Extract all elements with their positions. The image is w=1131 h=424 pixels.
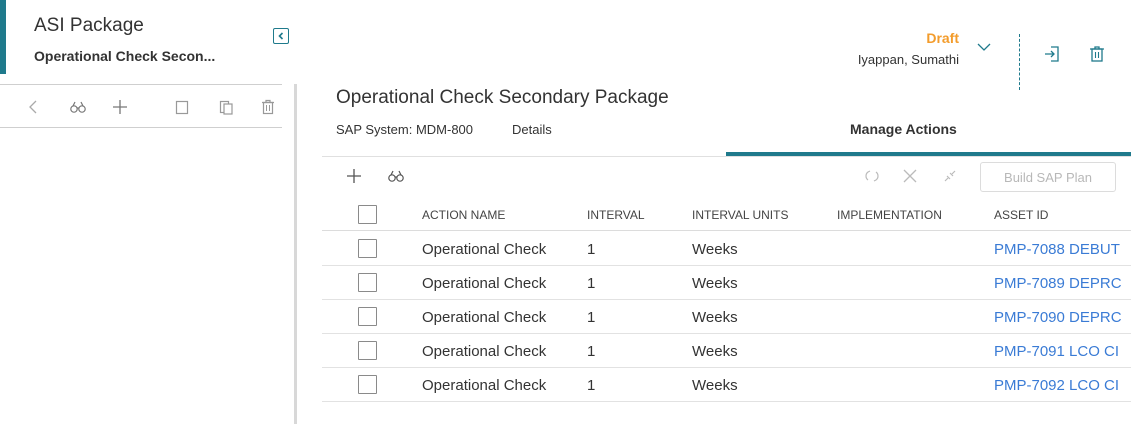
status-badge: Draft [926, 30, 959, 46]
cell-interval-units: Weeks [692, 241, 738, 258]
cell-interval-units: Weeks [692, 309, 738, 326]
cell-action-name: Operational Check [422, 377, 547, 394]
table-row[interactable]: Operational Check 1 Weeks PMP-7088 DEBUT [322, 232, 1131, 266]
cell-interval: 1 [587, 309, 596, 326]
cell-action-name: Operational Check [422, 343, 547, 360]
build-sap-plan-button[interactable]: Build SAP Plan [980, 162, 1116, 192]
cell-interval-units: Weeks [692, 377, 738, 394]
link-icon[interactable] [940, 166, 960, 186]
page-title: Operational Check Secondary Package [336, 87, 669, 108]
column-header-interval[interactable]: INTERVAL [587, 208, 645, 222]
cell-asset-id-link[interactable]: PMP-7089 DEPRC [994, 275, 1131, 292]
row-checkbox[interactable] [358, 239, 377, 258]
cell-action-name: Operational Check [422, 241, 547, 258]
header-divider [1019, 34, 1020, 90]
cell-action-name: Operational Check [422, 275, 547, 292]
cell-interval: 1 [587, 343, 596, 360]
tab-manage-actions[interactable]: Manage Actions [850, 121, 957, 137]
table-row[interactable]: Operational Check 1 Weeks PMP-7090 DEPRC [322, 300, 1131, 334]
refresh-icon[interactable] [862, 166, 882, 186]
left-panel-subtitle: Operational Check Secon... [34, 48, 216, 64]
add-action-icon[interactable] [344, 166, 364, 186]
cell-interval-units: Weeks [692, 343, 738, 360]
grid-header: ACTION NAME INTERVAL INTERVAL UNITS IMPL… [322, 198, 1131, 231]
left-panel: ASI Package Operational Check Secon... [0, 0, 298, 424]
left-accent-bar [0, 0, 6, 74]
cell-asset-id-link[interactable]: PMP-7091 LCO CI [994, 343, 1131, 360]
column-header-interval-units[interactable]: INTERVAL UNITS [692, 208, 788, 222]
left-toolbar [0, 84, 282, 128]
cell-interval-units: Weeks [692, 275, 738, 292]
chevron-left-icon [278, 32, 284, 40]
copy-icon[interactable] [172, 97, 192, 117]
paste-icon[interactable] [216, 97, 236, 117]
row-checkbox[interactable] [358, 341, 377, 360]
cell-asset-id-link[interactable]: PMP-7090 DEPRC [994, 309, 1131, 326]
tab-bar-divider [322, 156, 1131, 157]
close-icon[interactable] [900, 166, 920, 186]
trash-icon[interactable] [258, 97, 278, 117]
column-header-asset-id[interactable]: ASSET ID [994, 208, 1048, 222]
back-icon[interactable] [24, 97, 44, 117]
binoculars-icon[interactable] [386, 166, 406, 186]
cell-action-name: Operational Check [422, 309, 547, 326]
cell-interval: 1 [587, 241, 596, 258]
sap-system-label: SAP System: MDM-800 [336, 122, 474, 137]
table-row[interactable]: Operational Check 1 Weeks PMP-7092 LCO CI [322, 368, 1131, 402]
panel-splitter[interactable] [294, 84, 297, 424]
binoculars-icon[interactable] [68, 97, 88, 117]
collapse-panel-button[interactable] [273, 28, 289, 44]
row-checkbox[interactable] [358, 273, 377, 292]
status-block[interactable]: Draft Iyappan, Sumathi [858, 30, 959, 67]
cell-interval: 1 [587, 275, 596, 292]
tab-details[interactable]: Details [512, 122, 552, 137]
trash-icon[interactable] [1087, 44, 1107, 64]
table-row[interactable]: Operational Check 1 Weeks PMP-7091 LCO CI [322, 334, 1131, 368]
active-tab-indicator [726, 152, 1131, 156]
export-icon[interactable] [1042, 44, 1062, 64]
cell-interval: 1 [587, 377, 596, 394]
cell-asset-id-link[interactable]: PMP-7092 LCO CI [994, 377, 1131, 394]
plus-icon[interactable] [110, 97, 130, 117]
select-all-checkbox[interactable] [358, 205, 377, 224]
cell-asset-id-link[interactable]: PMP-7088 DEBUT [994, 241, 1131, 258]
left-panel-title: ASI Package [34, 15, 144, 36]
table-row[interactable]: Operational Check 1 Weeks PMP-7089 DEPRC [322, 266, 1131, 300]
chevron-down-icon[interactable] [976, 42, 992, 52]
row-checkbox[interactable] [358, 307, 377, 326]
row-checkbox[interactable] [358, 375, 377, 394]
column-header-action-name[interactable]: ACTION NAME [422, 208, 505, 222]
column-header-implementation[interactable]: IMPLEMENTATION [837, 208, 942, 222]
status-user: Iyappan, Sumathi [857, 52, 959, 67]
